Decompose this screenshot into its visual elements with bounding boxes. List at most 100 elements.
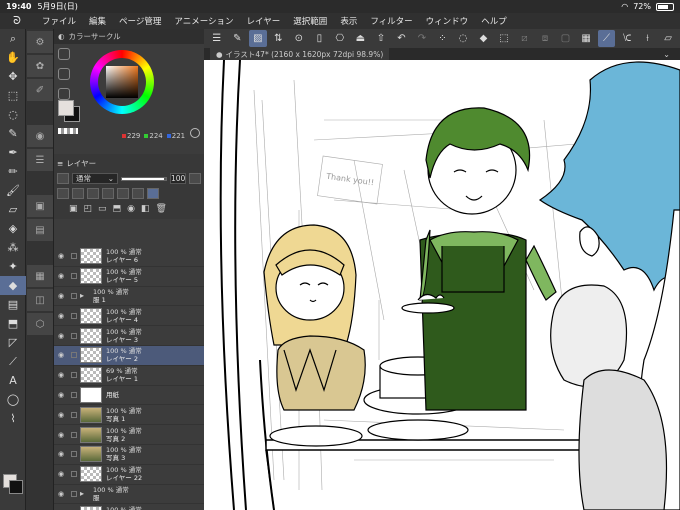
layer-row[interactable]: ◉ 100 % 通常 レイヤー 5 <box>54 266 204 287</box>
deselect-icon[interactable]: ⁘ <box>434 30 452 47</box>
move-icon[interactable]: ✥ <box>0 67 26 86</box>
subtool-layer-b-icon[interactable]: ▤ <box>27 219 53 241</box>
export-icon[interactable]: ⇧ <box>372 30 390 47</box>
eye-icon[interactable]: ◉ <box>54 450 68 458</box>
new-canvas-icon[interactable]: ▯ <box>311 30 329 47</box>
canvas[interactable]: Thank you!! <box>204 60 680 510</box>
eye-icon[interactable]: ◉ <box>54 391 68 399</box>
layer-lock-checkbox[interactable] <box>71 273 77 280</box>
decorate-icon[interactable]: ✦ <box>0 257 26 276</box>
menu-file[interactable]: ファイル <box>42 15 76 27</box>
delete-layer-icon[interactable]: 🗑 <box>155 204 166 214</box>
canvas-tab[interactable]: ● イラスト47* (2160 x 1620px 72dpi 98.9%) <box>210 48 390 60</box>
layer-lock-checkbox[interactable] <box>71 411 77 418</box>
pen-icon[interactable]: ✒ <box>0 143 26 162</box>
clear-icon[interactable]: ⧄ <box>516 30 534 47</box>
layer-lock-checkbox[interactable] <box>71 312 77 319</box>
subtool-layers-icon[interactable]: ☰ <box>27 149 53 171</box>
layer-row[interactable]: ◉ 100 % 通常 写真 2 <box>54 425 204 445</box>
hand-icon[interactable]: ✋ <box>0 48 26 67</box>
draft-layer-button[interactable] <box>102 188 114 199</box>
undo-icon[interactable]: ↶ <box>393 30 411 47</box>
subtool-navigator-icon[interactable]: ◫ <box>27 289 53 311</box>
pencil-icon[interactable]: ✏ <box>0 162 26 181</box>
color-picker-icon[interactable] <box>190 128 200 138</box>
brush-icon[interactable]: 🖌 <box>0 181 26 200</box>
layer-lock-checkbox[interactable] <box>71 292 77 299</box>
subtool-marker-icon[interactable]: ✐ <box>27 79 53 101</box>
layer-property-icon[interactable]: ⇅ <box>270 30 288 47</box>
copy-icon[interactable]: ▢ <box>557 30 575 47</box>
opacity-stepper[interactable] <box>189 173 201 184</box>
blend-mode-dropdown[interactable]: 通常 ⌄ <box>72 173 118 184</box>
mask-icon[interactable]: ◧ <box>141 204 150 214</box>
eye-icon[interactable]: ◉ <box>54 351 68 359</box>
opacity-slider[interactable] <box>121 176 167 181</box>
menu-edit[interactable]: 編集 <box>89 15 106 27</box>
layer-row[interactable]: ◉100 % 通常レイヤー 11 <box>54 504 204 510</box>
merge-down-icon[interactable]: ◉ <box>127 204 135 214</box>
clear-outside-icon[interactable]: ⧈ <box>536 30 554 47</box>
redo-icon[interactable]: ↷ <box>413 30 431 47</box>
menu-animation[interactable]: アニメーション <box>174 15 233 27</box>
clip-layer-button[interactable] <box>72 188 84 199</box>
subtool-brush-icon[interactable]: ⚙ <box>27 31 53 53</box>
text-icon[interactable]: A <box>0 371 26 390</box>
layer-tab-label[interactable]: レイヤー <box>66 158 96 169</box>
layer-lock-checkbox[interactable] <box>71 391 77 398</box>
invert-selection-icon[interactable]: ◌ <box>454 30 472 47</box>
layer-row[interactable]: ◉ 100 % 通常 レイヤー 6 <box>54 247 204 267</box>
eye-icon[interactable]: ◉ <box>54 470 68 478</box>
transfer-down-icon[interactable]: ⬒ <box>113 204 122 214</box>
ruler-show-icon[interactable]: ▱ <box>659 30 677 47</box>
subtool-watercolor-icon[interactable]: ✿ <box>27 55 53 77</box>
color-swatches[interactable] <box>3 474 23 494</box>
color-mode-icon[interactable] <box>58 48 70 60</box>
menu-view[interactable]: 表示 <box>340 15 357 27</box>
snap-special-ruler-icon[interactable]: ⟈ <box>618 30 636 47</box>
layer-row[interactable]: ◉ 69 % 通常 レイヤー 1 <box>54 365 204 386</box>
main-color-chip[interactable] <box>58 100 74 116</box>
transparent-color-chip[interactable] <box>58 128 78 134</box>
layer-color-button[interactable] <box>147 188 159 199</box>
subtool-material-icon[interactable]: ▦ <box>27 265 53 287</box>
color-history-icon[interactable] <box>58 68 70 80</box>
tool-settings-icon[interactable]: ✎ <box>229 30 247 47</box>
ruler-icon[interactable]: ⟋ <box>0 352 26 371</box>
frame-icon[interactable]: ◸ <box>0 333 26 352</box>
eye-icon[interactable]: ◉ <box>54 312 68 320</box>
eye-icon[interactable]: ◉ <box>54 332 68 340</box>
layer-lock-checkbox[interactable] <box>71 490 77 497</box>
open-icon[interactable]: ⎔ <box>331 30 349 47</box>
layer-lock-checkbox[interactable] <box>71 372 77 379</box>
color-wheel-tab-icon[interactable]: ◐ <box>58 32 65 41</box>
save-icon[interactable]: ⏏ <box>352 30 370 47</box>
eye-icon[interactable]: ◉ <box>54 272 68 280</box>
new-layer-icon[interactable]: ▣ <box>69 204 78 214</box>
layer-lock-checkbox[interactable] <box>71 471 77 478</box>
app-logo-icon[interactable]: ᘐ <box>8 14 26 28</box>
correction-icon[interactable]: ⌇ <box>0 409 26 428</box>
layer-row[interactable]: ◉ 用紙 <box>54 385 204 406</box>
new-vector-layer-icon[interactable]: ◰ <box>84 204 93 214</box>
menu-filter[interactable]: フィルター <box>370 15 412 27</box>
layer-lock-checkbox[interactable] <box>71 352 77 359</box>
layer-row[interactable]: ◉ 100 % 通常 レイヤー 4 <box>54 306 204 327</box>
lock-transparent-button[interactable] <box>57 188 69 199</box>
eye-icon[interactable]: ◉ <box>54 252 68 260</box>
zoom-icon[interactable]: ⌕ <box>0 29 26 48</box>
menu-help[interactable]: ヘルプ <box>481 15 507 27</box>
hide-ui-icon[interactable]: ⊙ <box>290 30 308 47</box>
tab-close-icon[interactable]: ● <box>216 50 223 59</box>
reference-layer-button[interactable] <box>87 188 99 199</box>
eye-icon[interactable]: ◉ <box>54 431 68 439</box>
eye-icon[interactable]: ◉ <box>54 292 68 300</box>
layer-lock-checkbox[interactable] <box>71 451 77 458</box>
color-set-icon[interactable] <box>58 88 70 100</box>
layer-row[interactable]: ◉ 100 % 通常 レイヤー 2 <box>54 345 204 366</box>
eraser-icon[interactable]: ▱ <box>0 200 26 219</box>
menu-window[interactable]: ウィンドウ <box>426 15 469 27</box>
balloon-icon[interactable]: ◯ <box>0 390 26 409</box>
opacity-value[interactable]: 100 <box>170 173 186 184</box>
subtool-history-icon[interactable]: ⬡ <box>27 313 53 335</box>
